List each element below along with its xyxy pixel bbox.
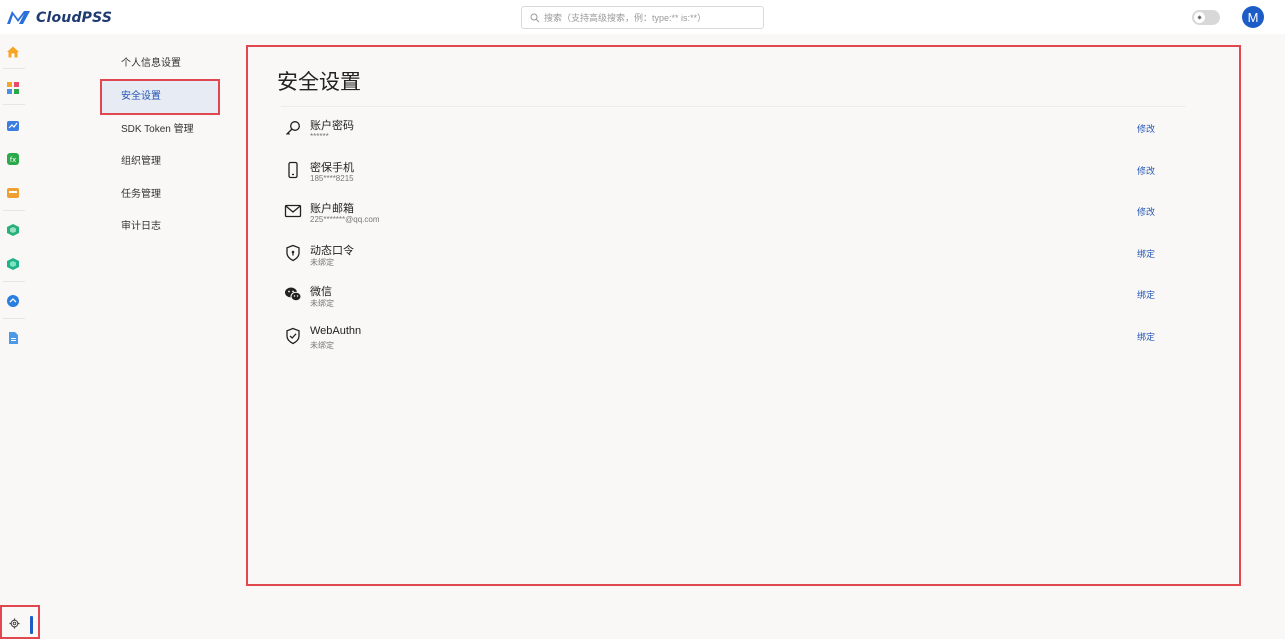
nav-item-profile[interactable]: 个人信息设置 [100,48,220,80]
document-icon[interactable] [6,331,20,345]
search-icon [530,13,540,22]
search-box[interactable] [521,6,764,29]
row-subtitle: ****** [310,132,329,141]
svg-text:fx: fx [10,156,17,164]
mail-icon [284,202,302,220]
gear-icon [9,618,20,629]
security-panel: 安全设置 账户密码 ****** 修改 密保手机 185****8215 修改 … [246,45,1241,586]
row-title: WebAuthn [310,324,362,337]
settings-button[interactable] [0,605,40,639]
model-blue-icon[interactable] [6,294,20,308]
sun-icon: ✷ [1194,12,1205,23]
nav-item-tasks[interactable]: 任务管理 [100,179,220,211]
search-input[interactable] [544,12,759,23]
modify-email-button[interactable]: 修改 [1137,205,1155,218]
row-subtitle: 未绑定 [310,340,334,350]
phone-icon [284,161,302,179]
row-title: 账户密码 [310,120,354,132]
list-item: 微信 未绑定 绑定 [281,273,1186,315]
security-list: 账户密码 ****** 修改 密保手机 185****8215 修改 账户邮箱 … [281,106,1186,356]
list-item: 密保手机 185****8215 修改 [281,149,1186,191]
row-title: 微信 [310,286,332,298]
nav-item-audit-log[interactable]: 审计日志 [100,211,220,243]
row-subtitle: 185****8215 [310,173,354,183]
app-rail: fx [0,34,27,639]
row-subtitle: 未绑定 [310,299,334,308]
shield-icon [284,244,302,262]
home-icon[interactable] [6,45,20,59]
list-item: 账户邮箱 225*******@qq.com 修改 [281,190,1186,232]
row-subtitle: 225*******@qq.com [310,215,380,224]
nav-item-security[interactable]: 安全设置 [100,79,220,115]
nav-item-sdk-token[interactable]: SDK Token 管理 [100,114,220,146]
app-logo[interactable]: CloudPSS [6,9,112,26]
bind-otp-button[interactable]: 绑定 [1137,247,1155,260]
function-icon[interactable]: fx [6,152,20,166]
row-subtitle: 未绑定 [310,257,334,267]
list-item: 动态口令 未绑定 绑定 [281,232,1186,274]
app-name: CloudPSS [36,9,113,26]
top-header: CloudPSS ✷ M [0,0,1285,34]
bind-wechat-button[interactable]: 绑定 [1137,288,1155,301]
wechat-icon [284,285,302,303]
theme-toggle[interactable]: ✷ [1192,10,1220,25]
bind-webauthn-button[interactable]: 绑定 [1137,330,1155,343]
row-title: 动态口令 [310,244,354,257]
cube-teal-icon[interactable] [6,257,20,271]
list-item: WebAuthn 未绑定 绑定 [281,315,1186,357]
page-title: 安全设置 [277,71,361,94]
modify-phone-button[interactable]: 修改 [1137,164,1155,177]
simstudio-icon[interactable] [6,119,20,133]
list-item: 账户密码 ****** 修改 [281,107,1186,149]
applab-icon[interactable] [6,186,20,200]
row-title: 密保手机 [310,161,354,174]
cube-green-icon[interactable] [6,223,20,237]
shield-check-icon [284,327,302,345]
active-indicator [30,616,33,634]
cloudpss-logo-icon [7,11,30,24]
nav-item-organization[interactable]: 组织管理 [100,146,220,178]
user-avatar[interactable]: M [1242,6,1264,28]
apps-grid-icon[interactable] [6,81,20,95]
modify-password-button[interactable]: 修改 [1137,122,1155,135]
row-title: 账户邮箱 [310,203,354,215]
key-icon [284,119,302,137]
